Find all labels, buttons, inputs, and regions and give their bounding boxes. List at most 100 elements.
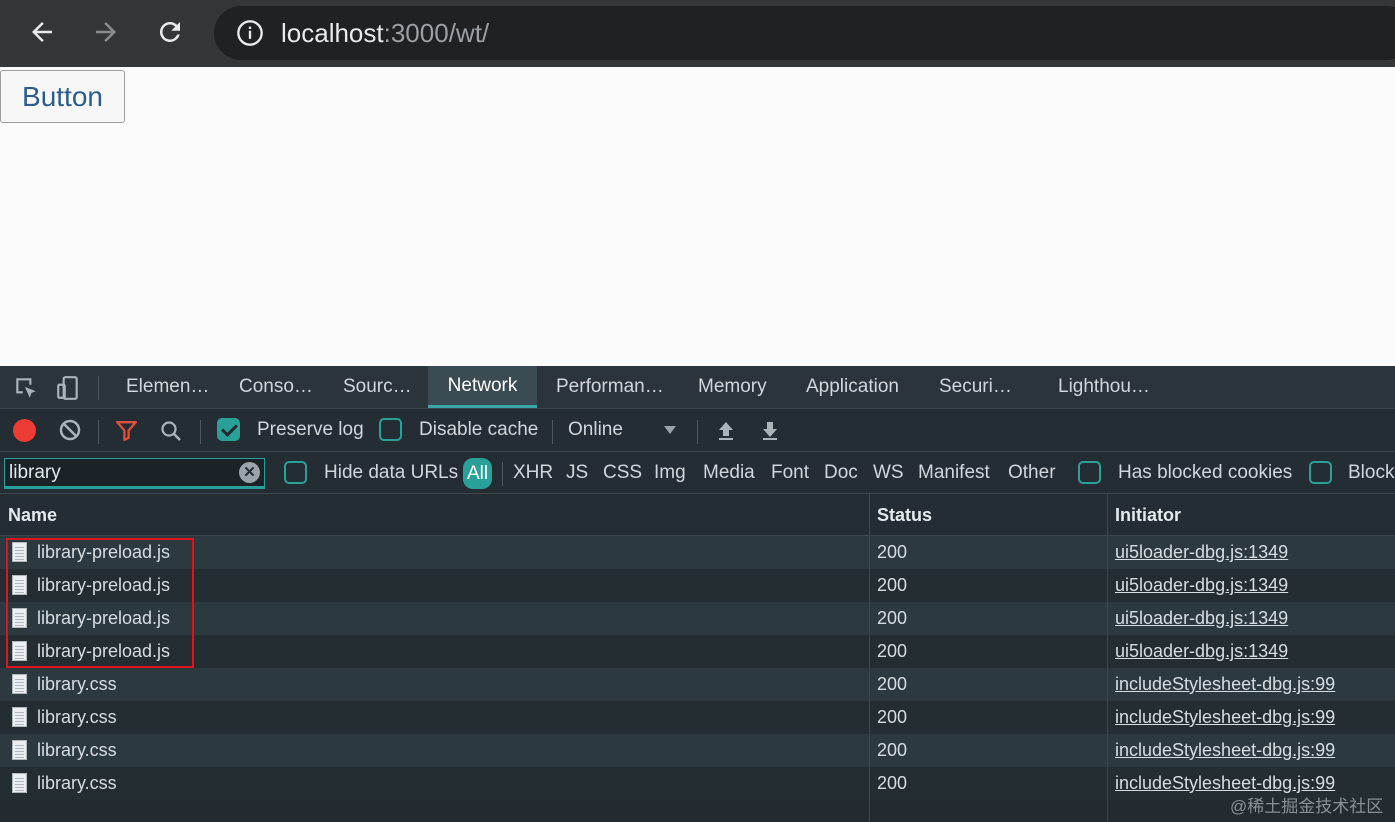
inspect-element-icon[interactable] (13, 375, 39, 401)
toolbar-separator (552, 420, 553, 444)
download-icon[interactable] (758, 419, 782, 443)
type-filter-js[interactable]: JS (566, 462, 588, 484)
tab-application[interactable]: Application (806, 366, 899, 408)
type-filter-doc[interactable]: Doc (824, 462, 858, 484)
toolbar-separator (200, 420, 201, 444)
record-icon[interactable] (13, 419, 36, 442)
request-status: 200 (877, 674, 908, 694)
request-initiator-link[interactable]: ui5loader-dbg.js:1349 (1115, 536, 1288, 569)
column-header-name[interactable]: Name (8, 494, 57, 536)
request-name[interactable]: library.css (37, 734, 117, 767)
request-initiator-link[interactable]: ui5loader-dbg.js:1349 (1115, 635, 1288, 668)
tab-console[interactable]: Conso… (239, 366, 313, 408)
hide-data-urls-checkbox[interactable] (284, 461, 307, 484)
preserve-log-label: Preserve log (257, 419, 364, 440)
disable-cache-checkbox[interactable] (379, 418, 402, 441)
request-initiator-link[interactable]: ui5loader-dbg.js:1349 (1115, 602, 1288, 635)
clear-filter-icon[interactable]: ✕ (239, 462, 260, 483)
clear-icon[interactable] (58, 418, 82, 442)
table-row[interactable]: library-preload.js 200 ui5loader-dbg.js:13… (0, 602, 1395, 635)
type-filter-css[interactable]: CSS (603, 462, 642, 484)
request-initiator-link[interactable]: includeStylesheet-dbg.js:99 (1115, 701, 1335, 734)
type-filter-font[interactable]: Font (771, 462, 809, 484)
page-viewport: Button (0, 67, 1395, 366)
dropdown-icon[interactable] (662, 424, 678, 436)
request-name[interactable]: library.css (37, 668, 117, 701)
table-row[interactable]: library-preload.js 200 ui5loader-dbg.js:13… (0, 569, 1395, 602)
toolbar-separator (697, 420, 698, 444)
table-row[interactable]: library.css 200 includeStylesheet-dbg.js:9… (0, 668, 1395, 701)
request-name[interactable]: library.css (37, 701, 117, 734)
requests-table: Name Status Initiator library-preload.js… (0, 494, 1395, 822)
tab-network[interactable]: Network (428, 366, 537, 408)
back-button[interactable] (22, 12, 62, 52)
browser-toolbar: localhost:3000/wt/ (0, 0, 1395, 67)
table-row[interactable]: library-preload.js 200 ui5loader-dbg.js:13… (0, 635, 1395, 668)
has-blocked-cookies-label: Has blocked cookies (1118, 462, 1293, 483)
toolbar-separator (98, 420, 99, 444)
column-header-initiator[interactable]: Initiator (1115, 494, 1181, 536)
throttling-select[interactable]: Online (568, 419, 623, 441)
back-arrow-icon (32, 22, 52, 42)
page-button[interactable]: Button (0, 70, 125, 123)
preserve-log-checkbox[interactable] (217, 418, 240, 441)
filter-icon[interactable] (114, 418, 139, 443)
file-icon (12, 674, 27, 694)
request-status: 200 (877, 542, 908, 562)
tab-elements[interactable]: Elemen… (126, 366, 209, 408)
tab-security[interactable]: Securi… (939, 366, 1012, 408)
table-header: Name Status Initiator (0, 494, 1395, 536)
filter-field: ✕ (4, 458, 265, 489)
tab-memory[interactable]: Memory (698, 366, 767, 408)
type-filter-manifest[interactable]: Manifest (918, 462, 990, 484)
table-row[interactable]: library-preload.js 200 ui5loader-dbg.js:13… (0, 536, 1395, 569)
request-status: 200 (877, 608, 908, 628)
file-icon (12, 707, 27, 727)
forward-button[interactable] (86, 12, 126, 52)
annotation-highlight-box (6, 538, 194, 668)
tabbar-separator (98, 376, 99, 400)
watermark: @稀土掘金技术社区 (1230, 797, 1384, 816)
request-initiator-link[interactable]: ui5loader-dbg.js:1349 (1115, 569, 1288, 602)
reload-icon (159, 21, 180, 42)
tab-performance[interactable]: Performan… (556, 366, 664, 408)
request-status: 200 (877, 641, 908, 661)
type-filter-ws[interactable]: WS (873, 462, 904, 484)
address-bar[interactable]: localhost:3000/wt/ (214, 6, 1395, 60)
url-path: :3000/wt/ (383, 18, 490, 48)
hide-data-urls-label: Hide data URLs (324, 462, 459, 483)
column-divider (869, 494, 870, 822)
table-row[interactable]: library.css 200 includeStylesheet-dbg.js:9… (0, 701, 1395, 734)
devtools-tabbar: Elemen… Conso… Sourc… Network Performan…… (0, 366, 1395, 409)
blocked-requests-checkbox[interactable] (1309, 461, 1332, 484)
tab-lighthouse[interactable]: Lighthou… (1058, 366, 1150, 408)
tab-sources[interactable]: Sourc… (343, 366, 412, 408)
request-initiator-link[interactable]: includeStylesheet-dbg.js:99 (1115, 734, 1335, 767)
request-name[interactable]: library.css (37, 767, 117, 800)
table-row[interactable]: library.css 200 includeStylesheet-dbg.js:9… (0, 734, 1395, 767)
table-row[interactable]: library.css 200 includeStylesheet-dbg.js:9… (0, 767, 1395, 800)
type-filter-other[interactable]: Other (1008, 462, 1056, 484)
search-icon[interactable] (159, 419, 183, 443)
request-status: 200 (877, 740, 908, 760)
column-header-status[interactable]: Status (877, 494, 932, 536)
filter-input[interactable] (9, 459, 234, 487)
request-initiator-link[interactable]: includeStylesheet-dbg.js:99 (1115, 668, 1335, 701)
file-icon (12, 773, 27, 793)
has-blocked-cookies-checkbox[interactable] (1078, 461, 1101, 484)
device-toolbar-icon[interactable] (55, 375, 81, 401)
request-status: 200 (877, 575, 908, 595)
type-filter-media[interactable]: Media (703, 462, 755, 484)
type-filter-img[interactable]: Img (654, 462, 686, 484)
request-status: 200 (877, 707, 908, 727)
upload-icon[interactable] (714, 419, 738, 443)
forward-arrow-icon (96, 22, 116, 42)
reload-button[interactable] (150, 12, 190, 52)
devtools-panel: Elemen… Conso… Sourc… Network Performan…… (0, 366, 1395, 822)
type-filter-all[interactable]: All (463, 458, 493, 489)
info-icon[interactable] (236, 19, 264, 47)
url-text[interactable]: localhost:3000/wt/ (281, 18, 489, 48)
file-icon (12, 740, 27, 760)
type-filter-xhr[interactable]: XHR (513, 462, 553, 484)
network-toolbar: Preserve log Disable cache Online (0, 409, 1395, 452)
